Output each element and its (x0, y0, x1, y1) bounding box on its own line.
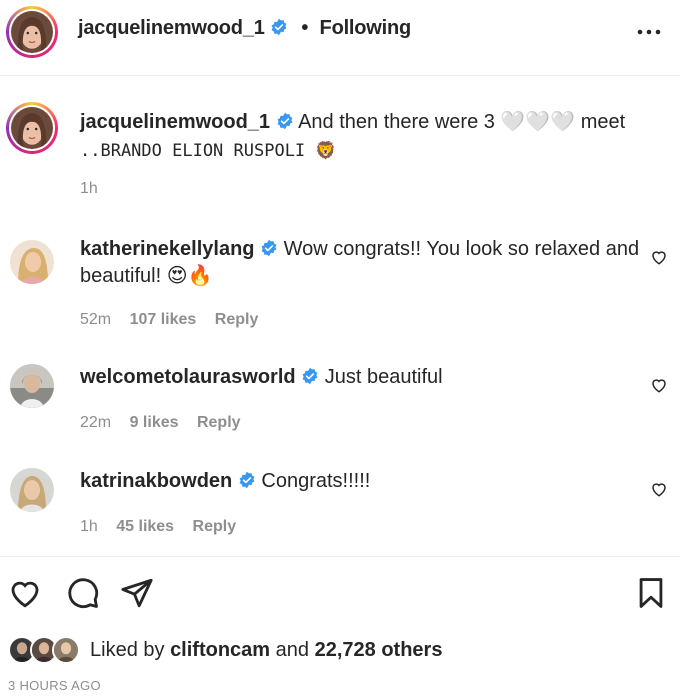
comment-time: 52m (80, 311, 112, 328)
caption-line2: ..BRANDO ELION RUSPOLI 🦁 (80, 141, 337, 161)
comment-likes[interactable]: 107 likes (130, 311, 197, 328)
caption-time: 1h (80, 180, 98, 197)
send-icon[interactable] (120, 576, 154, 610)
verified-badge-icon (271, 18, 287, 36)
following-button[interactable]: Following (320, 17, 412, 39)
comment-like-heart-icon[interactable] (650, 480, 668, 498)
verified-badge-icon (302, 367, 318, 385)
comment-icon[interactable] (66, 576, 100, 610)
liked-by-text: Liked by cliftoncam and 22,728 others (90, 639, 442, 662)
caption-username[interactable]: jacquelinemwood_1 (80, 111, 270, 133)
more-horizontal-icon[interactable] (636, 22, 662, 42)
liked-by-others[interactable]: 22,728 others (315, 639, 443, 661)
liked-by-user[interactable]: cliftoncam (170, 639, 270, 661)
header-username[interactable]: jacquelinemwood_1 (78, 17, 265, 39)
comment-avatar[interactable] (10, 468, 54, 512)
post-header: jacquelinemwood_1 • Following (0, 0, 680, 76)
comment-like-heart-icon[interactable] (650, 248, 668, 266)
comment-avatar[interactable] (10, 240, 54, 284)
profile-avatar[interactable] (6, 6, 58, 58)
liked-by-prefix: Liked by (90, 638, 165, 661)
comment-text: katherinekellylang Wow congrats!! You lo… (80, 236, 640, 290)
caption-line1: And then there were 3 🤍🤍🤍 meet (298, 111, 626, 133)
reply-button[interactable]: Reply (197, 414, 241, 431)
heart-icon[interactable] (8, 576, 42, 610)
comment-body: Just beautiful (324, 366, 443, 388)
action-bar (0, 572, 680, 616)
post-timestamp[interactable]: 3 HOURS AGO (8, 678, 101, 693)
comment-like-heart-icon[interactable] (650, 376, 668, 394)
liked-by-avatars (8, 634, 86, 666)
comment-text: katrinakbowden Congrats!!!!! (80, 468, 640, 495)
verified-badge-icon (277, 112, 293, 130)
header-user-line: jacquelinemwood_1 • Following (78, 17, 411, 40)
comment-body: Congrats!!!!! (261, 470, 371, 492)
caption-avatar[interactable] (6, 102, 58, 154)
verified-badge-icon (261, 239, 277, 257)
avatar-image (11, 107, 53, 149)
avatar-image (11, 11, 53, 53)
liker-avatar[interactable] (52, 636, 80, 664)
liked-by-and: and (275, 638, 310, 661)
comment-likes[interactable]: 45 likes (116, 518, 174, 535)
reply-button[interactable]: Reply (193, 518, 237, 535)
comment-avatar[interactable] (10, 364, 54, 408)
bookmark-icon[interactable] (634, 576, 668, 610)
header-separator: • (301, 17, 309, 39)
section-divider (0, 556, 680, 557)
comment-username[interactable]: katrinakbowden (80, 470, 232, 492)
likes-summary: Liked by cliftoncam and 22,728 others (8, 632, 442, 668)
comment-meta: 1h 45 likes Reply (80, 518, 250, 536)
comment-meta: 52m 107 likes Reply (80, 311, 272, 329)
comment-likes[interactable]: 9 likes (130, 414, 179, 431)
comment-time: 1h (80, 518, 98, 535)
comment-meta: 22m 9 likes Reply (80, 414, 255, 432)
reply-button[interactable]: Reply (215, 311, 259, 328)
caption-text: jacquelinemwood_1 And then there were 3 … (80, 108, 640, 165)
comment-time: 22m (80, 414, 112, 431)
comment-username[interactable]: katherinekellylang (80, 238, 255, 260)
comment-text: welcometolaurasworld Just beautiful (80, 364, 640, 391)
comment-username[interactable]: welcometolaurasworld (80, 366, 296, 388)
verified-badge-icon (239, 471, 255, 489)
